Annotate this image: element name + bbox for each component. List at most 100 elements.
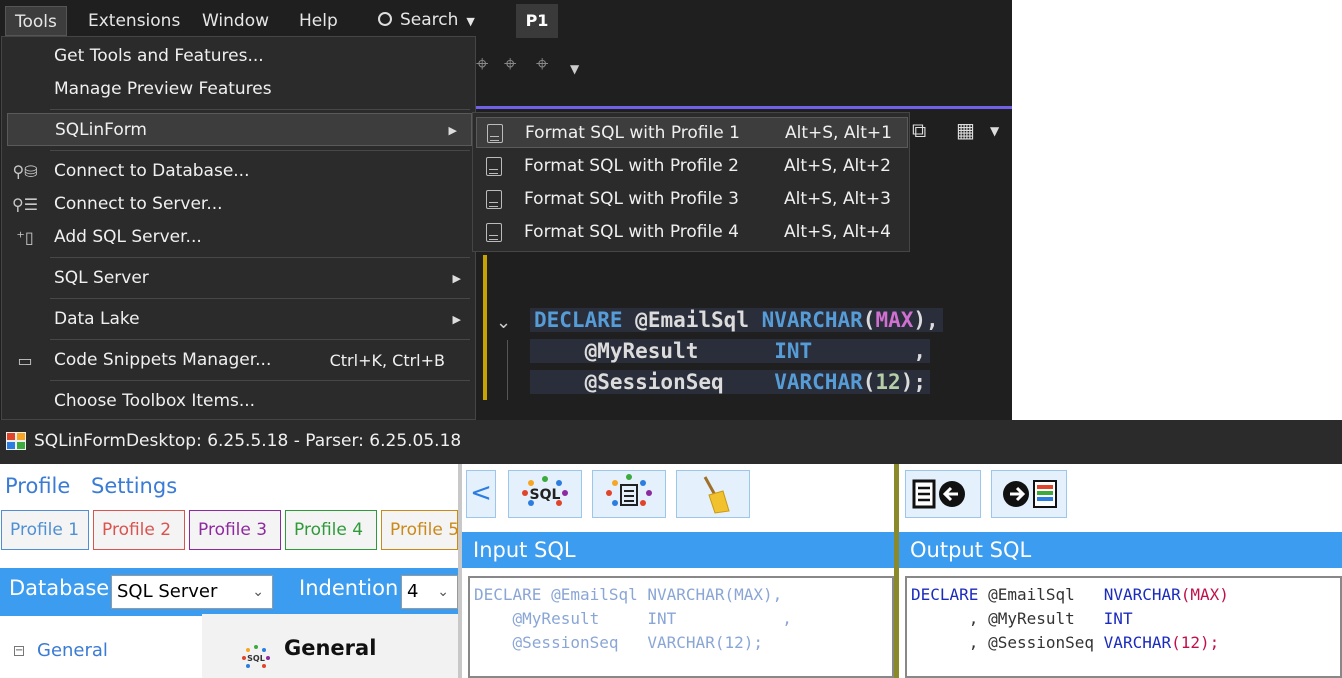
- code-type: NVARCHAR: [761, 308, 863, 332]
- clear-button[interactable]: [676, 470, 750, 518]
- format-sql-button[interactable]: SQL: [508, 470, 582, 518]
- profile-badge[interactable]: P1: [516, 4, 558, 38]
- input-sql-panel: < SQL Input SQL DECLARE @EmailSql NVARCH…: [462, 464, 894, 678]
- submenu-format-profile-2[interactable]: Format SQL with Profile 2 Alt+S, Alt+2: [476, 151, 908, 182]
- grid-icon[interactable]: ▦: [956, 118, 975, 142]
- sql-format-icon: SQL: [522, 476, 568, 506]
- svg-text:SQL: SQL: [530, 487, 561, 503]
- document-icon: [487, 124, 503, 143]
- input-sql-line: @SessionSeq VARCHAR(12);: [474, 633, 763, 652]
- menu-item-add-sql-server[interactable]: ⁺▯ Add SQL Server...: [2, 221, 475, 254]
- code-line-1[interactable]: DECLARE @EmailSql NVARCHAR(MAX),: [530, 308, 943, 332]
- tree-item-general[interactable]: General: [37, 640, 108, 661]
- change-gutter: [483, 255, 487, 400]
- submenu-label: Format SQL with Profile 4: [524, 222, 739, 242]
- menu-item-sql-server[interactable]: SQL Server ▶: [2, 262, 475, 295]
- output-sql-header: Output SQL: [899, 532, 1342, 568]
- output-sql-panel: Output SQL DECLARE @EmailSql NVARCHAR(MA…: [899, 464, 1342, 678]
- collapse-chevron-icon[interactable]: ⌄: [496, 312, 511, 333]
- format-document-button[interactable]: [592, 470, 666, 518]
- submenu-label: Format SQL with Profile 2: [524, 156, 739, 176]
- database-plug-icon: ⚲⛁: [12, 162, 38, 181]
- profile-1-button[interactable]: Profile 1: [1, 510, 89, 550]
- submenu-format-profile-4[interactable]: Format SQL with Profile 4 Alt+S, Alt+4: [476, 217, 908, 248]
- output-sql-editor[interactable]: DECLARE @EmailSql NVARCHAR(MAX) , @MyRes…: [905, 576, 1342, 678]
- profile-5-button[interactable]: Profile 5: [381, 510, 458, 550]
- submenu-label: Format SQL with Profile 1: [525, 123, 740, 143]
- indent-guide: [507, 340, 508, 400]
- menu-separator: [50, 380, 470, 381]
- indention-select[interactable]: 4 ⌄: [401, 575, 458, 609]
- pin-icon[interactable]: ⌖: [536, 52, 548, 77]
- profile-4-button[interactable]: Profile 4: [285, 510, 377, 550]
- chevron-down-icon: ⌄: [252, 584, 264, 600]
- toolbar-pins: ⌖ ⌖ ⌖ ▼: [476, 48, 1012, 108]
- caret-down-icon: ▼: [466, 15, 475, 28]
- submenu-label: Format SQL with Profile 3: [524, 189, 739, 209]
- svg-text:SQL: SQL: [247, 654, 265, 663]
- menu-tools[interactable]: Tools: [5, 6, 67, 36]
- output-variable: @SessionSeq: [988, 633, 1095, 652]
- chevron-down-icon[interactable]: ▼: [990, 124, 999, 138]
- code-type: VARCHAR: [774, 370, 863, 394]
- search-menu[interactable]: Search ▼: [378, 6, 475, 34]
- tab-settings[interactable]: Settings: [91, 474, 177, 498]
- code-line-3[interactable]: @SessionSeq VARCHAR(12);: [530, 370, 930, 394]
- input-sql-editor[interactable]: DECLARE @EmailSql NVARCHAR(MAX), @MyResu…: [468, 576, 894, 678]
- profile-3-button[interactable]: Profile 3: [189, 510, 281, 550]
- tree-collapse-icon[interactable]: −: [14, 646, 24, 656]
- menu-item-manage-preview[interactable]: Manage Preview Features: [2, 73, 475, 106]
- database-select[interactable]: SQL Server ⌄: [111, 575, 273, 609]
- input-sql-line: @MyResult INT ,: [474, 609, 792, 628]
- sql-logo-icon: SQL: [242, 645, 270, 668]
- input-sql-header: Input SQL: [462, 532, 894, 568]
- menu-item-data-lake[interactable]: Data Lake ▶: [2, 303, 475, 336]
- copy-to-output-button[interactable]: [991, 470, 1067, 518]
- menu-item-label: Choose Toolbox Items...: [54, 391, 256, 411]
- menu-separator: [50, 257, 470, 258]
- general-heading: General: [284, 636, 377, 660]
- app-title: SQLinFormDesktop: 6.25.5.18 - Parser: 6.…: [34, 431, 462, 451]
- profile-2-button[interactable]: Profile 2: [93, 510, 185, 550]
- dropdown-icon[interactable]: ▼: [570, 62, 579, 76]
- format-icon[interactable]: ⧉: [912, 118, 926, 142]
- submenu-format-profile-3[interactable]: Format SQL with Profile 3 Alt+S, Alt+3: [476, 184, 908, 215]
- menu-item-label: Connect to Database...: [54, 161, 250, 181]
- menu-item-label: Get Tools and Features...: [54, 46, 264, 66]
- menu-help[interactable]: Help: [290, 6, 347, 36]
- collapse-left-button[interactable]: <: [466, 470, 496, 518]
- menu-item-label: SQLinForm: [55, 120, 147, 140]
- app-titlebar: SQLinFormDesktop: 6.25.5.18 - Parser: 6.…: [0, 420, 1342, 464]
- output-punct: );: [1200, 633, 1220, 652]
- menu-item-label: SQL Server: [54, 268, 149, 288]
- pin-icon[interactable]: ⌖: [476, 52, 488, 77]
- submenu-format-profile-1[interactable]: Format SQL with Profile 1 Alt+S, Alt+1: [476, 117, 908, 148]
- submenu-shortcut: Alt+S, Alt+4: [784, 222, 891, 242]
- input-sql-line: DECLARE @EmailSql NVARCHAR(MAX),: [474, 585, 783, 604]
- output-type: INT: [1103, 609, 1133, 628]
- sqlinform-submenu: Format SQL with Profile 1 Alt+S, Alt+1 Fo…: [472, 112, 910, 252]
- output-punct: ,: [968, 633, 989, 652]
- menu-item-connect-database[interactable]: ⚲⛁ Connect to Database...: [2, 155, 475, 188]
- copy-to-input-button[interactable]: [905, 470, 981, 518]
- menu-item-sqlinform[interactable]: SQLinForm ▶: [7, 113, 472, 146]
- code-line-2[interactable]: @MyResult INT ,: [530, 339, 930, 363]
- menu-item-choose-toolbox[interactable]: Choose Toolbox Items...: [2, 385, 475, 418]
- tab-profile[interactable]: Profile: [5, 474, 70, 498]
- menu-separator: [50, 298, 470, 299]
- menu-item-label: Connect to Server...: [54, 194, 223, 214]
- menu-item-get-tools[interactable]: Get Tools and Features...: [2, 40, 475, 73]
- menu-item-code-snippets[interactable]: ▭ Code Snippets Manager... Ctrl+K, Ctrl+B: [2, 344, 475, 377]
- settings-panel: Profile Settings Profile 1 Profile 2 Pro…: [0, 464, 458, 678]
- output-keyword: DECLARE: [911, 585, 979, 604]
- chevron-left-icon: <: [470, 478, 492, 508]
- code-punct: ,: [913, 339, 926, 363]
- menu-shortcut: Ctrl+K, Ctrl+B: [329, 351, 445, 370]
- code-variable: @SessionSeq: [584, 370, 724, 394]
- menu-extensions[interactable]: Extensions: [79, 6, 189, 36]
- menu-item-connect-server[interactable]: ⚲☰ Connect to Server...: [2, 188, 475, 221]
- output-variable: @MyResult: [988, 609, 1075, 628]
- output-number: 12: [1180, 633, 1201, 652]
- menu-window[interactable]: Window: [193, 6, 278, 36]
- pin-icon[interactable]: ⌖: [504, 52, 516, 77]
